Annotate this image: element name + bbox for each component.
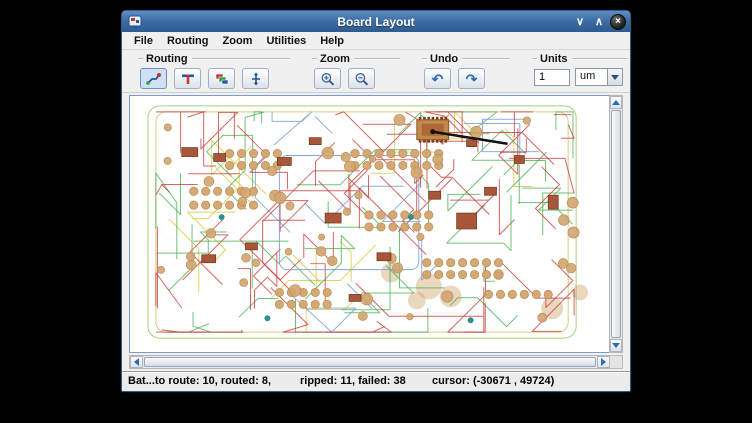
horizontal-scrollbar[interactable] [129, 355, 611, 369]
zoom-in-icon [320, 72, 336, 86]
undo-icon: ↶ [432, 72, 444, 86]
vertical-scroll-thumb[interactable] [611, 110, 621, 338]
vertical-scrollbar[interactable] [609, 95, 623, 353]
route-via-button[interactable] [174, 68, 201, 89]
window-icon [128, 15, 142, 29]
toolbar-group-zoom: Zoom [312, 52, 400, 89]
redo-icon: ↷ [466, 72, 478, 86]
layers-button[interactable] [208, 68, 235, 89]
autoroute-icon [146, 72, 162, 86]
horizontal-scroll-thumb[interactable] [144, 357, 596, 367]
move-icon [248, 72, 264, 86]
toolbar: Routing [122, 50, 630, 93]
via-icon [180, 72, 196, 86]
close-button[interactable]: × [610, 14, 626, 30]
arrow-right-icon [601, 358, 606, 366]
pcb-canvas[interactable] [130, 96, 610, 352]
menu-help[interactable]: Help [313, 35, 351, 47]
units-group-label: Units [540, 53, 568, 65]
move-button[interactable] [242, 68, 269, 89]
status-bar: Bat...to route: 10, routed: 8, ripped: 1… [122, 371, 630, 391]
autoroute-button[interactable] [140, 68, 167, 89]
status-ripped-failed: ripped: 11, failed: 38 [300, 375, 406, 387]
zoom-in-button[interactable] [314, 68, 341, 89]
status-cursor-position: cursor: (-30671 , 49724) [432, 375, 554, 387]
arrow-up-icon [612, 100, 620, 105]
arrow-left-icon [134, 358, 139, 366]
maximize-button[interactable]: ∧ [591, 14, 607, 30]
menu-routing[interactable]: Routing [160, 35, 216, 47]
scroll-up-button[interactable] [610, 96, 622, 109]
redo-button[interactable]: ↷ [458, 68, 485, 89]
window-titlebar[interactable]: Board Layout ∨ ∧ × [122, 11, 630, 32]
menu-file[interactable]: File [127, 35, 160, 47]
toolbar-group-units: Units um [532, 52, 628, 89]
menu-bar: File Routing Zoom Utilities Help [122, 32, 630, 50]
units-combo[interactable]: um [575, 68, 623, 86]
routing-group-label: Routing [146, 53, 188, 65]
zoom-out-button[interactable] [348, 68, 375, 89]
minimize-button[interactable]: ∨ [572, 14, 588, 30]
undo-button[interactable]: ↶ [424, 68, 451, 89]
scroll-down-button[interactable] [610, 339, 622, 352]
chevron-down-icon [611, 75, 619, 80]
board-viewport[interactable] [129, 95, 611, 353]
menu-zoom[interactable]: Zoom [216, 35, 260, 47]
toolbar-group-undo: Undo ↶ ↷ [422, 52, 510, 89]
desktop-background: Board Layout ∨ ∧ × File Routing Zoom Uti… [0, 0, 752, 423]
board-area [122, 93, 630, 371]
window-title: Board Layout [122, 15, 630, 29]
units-combo-value: um [576, 69, 607, 85]
app-window: Board Layout ∨ ∧ × File Routing Zoom Uti… [121, 10, 631, 392]
arrow-down-icon [612, 343, 620, 348]
toolbar-group-routing: Routing [138, 52, 290, 89]
scroll-left-button[interactable] [130, 356, 143, 368]
menu-utilities[interactable]: Utilities [259, 35, 313, 47]
layers-icon [214, 72, 230, 86]
status-route-counts: Bat...to route: 10, routed: 8, [128, 375, 271, 387]
zoom-out-icon [354, 72, 370, 86]
undo-group-label: Undo [430, 53, 458, 65]
scrollbar-corner [609, 355, 623, 369]
zoom-group-label: Zoom [320, 53, 350, 65]
units-combo-arrow[interactable] [607, 69, 622, 85]
units-value-input[interactable] [534, 69, 570, 86]
